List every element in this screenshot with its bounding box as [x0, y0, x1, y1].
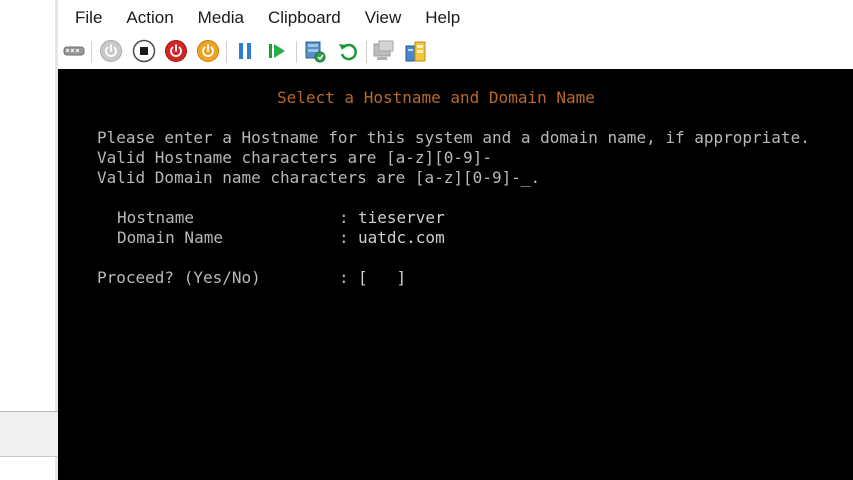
menu-clipboard[interactable]: Clipboard — [256, 0, 353, 36]
resume-icon[interactable] — [264, 38, 290, 64]
divider — [0, 456, 58, 457]
save-icon[interactable] — [195, 38, 221, 64]
menu-view[interactable]: View — [353, 0, 414, 36]
background-window — [0, 0, 58, 480]
toolbar — [58, 36, 853, 69]
hostname-label: Hostname — [117, 208, 195, 227]
start-icon[interactable] — [98, 38, 124, 64]
menu-media[interactable]: Media — [186, 0, 256, 36]
proceed-label: Proceed? (Yes/No) — [97, 268, 261, 287]
menu-bar: File Action Media Clipboard View Help — [58, 0, 853, 36]
domain-name-label: Domain Name — [117, 228, 223, 247]
toolbar-separator — [91, 41, 92, 63]
vm-console-screen[interactable]: Select a Hostname and Domain Name Please… — [58, 69, 853, 480]
ctrl-alt-del-icon[interactable] — [61, 38, 87, 64]
field-separator: : — [339, 268, 349, 287]
checkpoint-icon[interactable] — [302, 38, 328, 64]
toolbar-separator — [366, 41, 367, 63]
menu-help[interactable]: Help — [413, 0, 472, 36]
turn-off-icon[interactable] — [131, 38, 157, 64]
domain-name-field[interactable]: uatdc.com — [358, 228, 445, 248]
share-icon[interactable] — [403, 38, 429, 64]
toolbar-separator — [296, 41, 297, 63]
menu-action[interactable]: Action — [114, 0, 185, 36]
shut-down-icon[interactable] — [163, 38, 189, 64]
hostname-field[interactable]: tieserver — [358, 208, 445, 228]
enhanced-session-icon[interactable] — [371, 38, 397, 64]
vm-connection-window: File Action Media Clipboard View Help Se… — [58, 0, 853, 480]
toolbar-separator — [226, 41, 227, 63]
field-separator: : — [339, 228, 349, 247]
proceed-field[interactable]: [ ] — [358, 268, 406, 288]
field-separator: : — [339, 208, 349, 227]
background-panel — [0, 412, 58, 456]
pause-icon[interactable] — [232, 38, 258, 64]
revert-icon[interactable] — [335, 38, 361, 64]
console-title: Select a Hostname and Domain Name — [277, 88, 595, 107]
instruction-line: Please enter a Hostname for this system … — [97, 128, 810, 147]
instruction-line: Valid Hostname characters are [a-z][0-9]… — [97, 148, 492, 167]
menu-file[interactable]: File — [58, 0, 114, 36]
instruction-line: Valid Domain name characters are [a-z][0… — [97, 168, 541, 187]
